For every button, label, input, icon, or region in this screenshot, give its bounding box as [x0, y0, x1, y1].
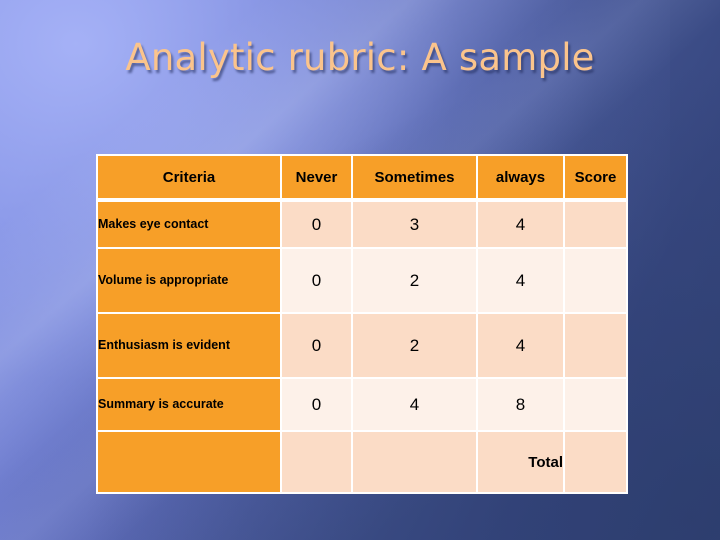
total-row-sometimes-cell [353, 432, 478, 494]
total-label: Total [478, 432, 565, 494]
value-sometimes: 2 [353, 314, 478, 379]
table-row: Enthusiasm is evident 0 2 4 [96, 314, 628, 379]
value-sometimes: 3 [353, 200, 478, 249]
column-header-score: Score [565, 154, 628, 200]
total-row-never-cell [282, 432, 353, 494]
rubric-table: Criteria Never Sometimes always Score Ma… [96, 154, 628, 494]
table-row: Summary is accurate 0 4 8 [96, 379, 628, 432]
value-sometimes: 4 [353, 379, 478, 432]
column-header-sometimes: Sometimes [353, 154, 478, 200]
value-always: 4 [478, 249, 565, 314]
value-score[interactable] [565, 379, 628, 432]
criteria-label: Volume is appropriate [96, 249, 282, 314]
criteria-label: Makes eye contact [96, 200, 282, 249]
total-row-criteria-cell [96, 432, 282, 494]
total-score-cell[interactable] [565, 432, 628, 494]
value-never: 0 [282, 379, 353, 432]
table-row: Makes eye contact 0 3 4 [96, 200, 628, 249]
value-always: 8 [478, 379, 565, 432]
table-header-row: Criteria Never Sometimes always Score [96, 154, 628, 200]
value-never: 0 [282, 314, 353, 379]
value-score[interactable] [565, 200, 628, 249]
value-sometimes: 2 [353, 249, 478, 314]
criteria-label: Summary is accurate [96, 379, 282, 432]
column-header-never: Never [282, 154, 353, 200]
value-score[interactable] [565, 314, 628, 379]
slide-title: Analytic rubric: A sample [125, 36, 595, 79]
table-row: Volume is appropriate 0 2 4 [96, 249, 628, 314]
value-always: 4 [478, 314, 565, 379]
value-score[interactable] [565, 249, 628, 314]
value-never: 0 [282, 249, 353, 314]
value-always: 4 [478, 200, 565, 249]
value-never: 0 [282, 200, 353, 249]
criteria-label: Enthusiasm is evident [96, 314, 282, 379]
table-total-row: Total [96, 432, 628, 494]
column-header-always: always [478, 154, 565, 200]
column-header-criteria: Criteria [96, 154, 282, 200]
slide-canvas: Analytic rubric: A sample Criteria Never… [0, 0, 720, 540]
